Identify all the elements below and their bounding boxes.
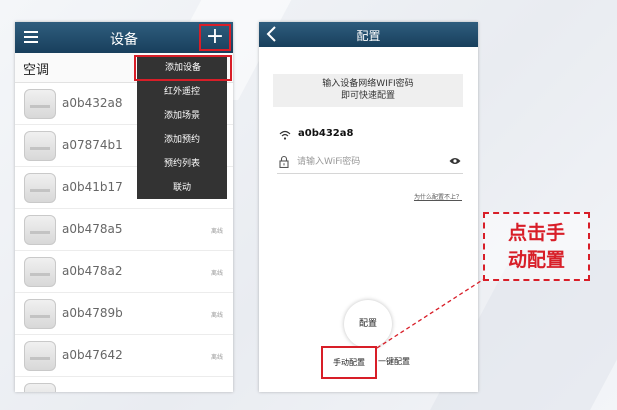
callout-text: 点击手 [507,222,565,244]
add-icon[interactable]: + [199,24,231,51]
air-conditioner-icon [24,89,56,119]
page-title: 配置 [356,29,381,43]
menu-item-add-scene[interactable]: 添加场景 [137,104,227,128]
air-conditioner-icon [24,215,56,245]
air-conditioner-icon [24,257,56,287]
device-name: a07874b1 [62,138,123,152]
menu-item-add-device[interactable]: 添加设备 [134,55,232,81]
air-conditioner-icon [24,299,56,329]
menu-item-add-schedule[interactable]: 添加预约 [137,128,227,152]
air-conditioner-icon [24,173,56,203]
device-status: 离线 [210,270,223,277]
device-row[interactable]: a0b478a5 离线 [15,209,233,251]
air-conditioner-icon [24,383,56,392]
device-name: a0b478a5 [62,222,123,236]
top-bar: 配置 [259,22,478,47]
device-row[interactable]: a0b4789b 离线 [15,293,233,335]
air-conditioner-icon [24,131,56,161]
wifi-password-input[interactable] [297,154,437,170]
instruction-box: 输入设备网络WIFI密码 即可快速配置 [273,74,463,107]
top-bar: 设备 + [15,22,233,53]
air-conditioner-icon [24,341,56,371]
device-row[interactable]: a0b478a2 离线 [15,251,233,293]
device-name: a0b41b17 [62,180,123,194]
device-name: a0b432a8 [62,96,123,110]
device-name: a0b47642 [62,348,123,362]
eye-icon[interactable] [449,157,461,165]
device-list-screen: 设备 + 空调 a0b432a8 a07874b1 a0b41b17 a0b47… [15,22,233,392]
device-name: a0b478a2 [62,264,123,278]
config-screen: 配置 输入设备网络WIFI密码 即可快速配置 a0b432a8 为什么配置不上？… [259,22,478,392]
instruction-line: 输入设备网络WIFI密码 [322,79,414,89]
device-name: a0b4789b [62,306,123,320]
device-status: 离线 [210,354,223,361]
manual-config-button[interactable]: 手动配置 [321,346,377,379]
help-link[interactable]: 为什么配置不上？ [414,192,462,201]
one-key-config-button[interactable]: 一键配置 [378,356,410,367]
device-status: 离线 [210,312,223,319]
password-row [277,152,463,174]
wifi-ssid: a0b432a8 [298,128,354,139]
wifi-network-row: a0b432a8 [279,128,469,144]
device-status: 离线 [210,228,223,235]
instruction-line: 即可快速配置 [340,91,395,101]
menu-item-schedule-list[interactable]: 预约列表 [137,152,227,176]
wifi-icon [279,130,291,140]
device-row[interactable] [15,377,233,392]
device-row[interactable]: a0b47642 离线 [15,335,233,377]
menu-item-ir-remote[interactable]: 红外遥控 [137,80,227,104]
callout-box: 点击手 动配置 [483,212,590,281]
lock-icon [279,155,289,168]
callout-text: 动配置 [507,249,565,271]
config-button[interactable]: 配置 [344,300,392,348]
add-dropdown-menu: 添加设备 红外遥控 添加场景 添加预约 预约列表 联动 [134,55,232,200]
menu-item-linkage[interactable]: 联动 [137,176,227,200]
